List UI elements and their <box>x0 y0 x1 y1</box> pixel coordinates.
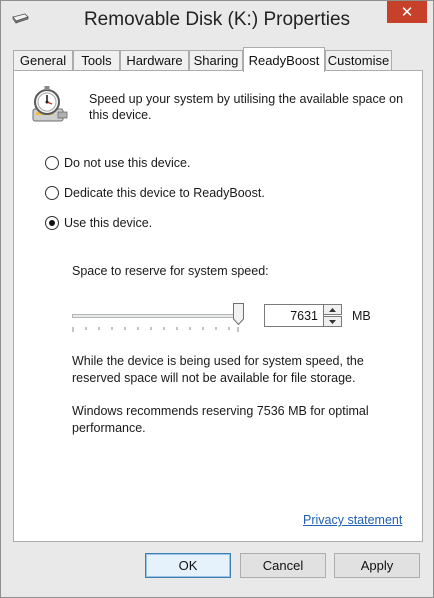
spin-up-button[interactable] <box>323 304 342 315</box>
reserve-space-label: Space to reserve for system speed: <box>72 264 269 278</box>
option-label: Do not use this device. <box>64 156 191 170</box>
spin-down-button[interactable] <box>323 316 342 327</box>
properties-dialog: Removable Disk (K:) Properties ✕ General… <box>0 0 434 598</box>
slider-track[interactable] <box>72 314 242 318</box>
close-button[interactable]: ✕ <box>387 1 427 23</box>
option-dedicate[interactable]: Dedicate this device to ReadyBoost. <box>45 184 265 202</box>
option-label: Use this device. <box>64 216 153 230</box>
option-use-device[interactable]: Use this device. <box>45 214 152 232</box>
info-text: While the device is being used for syste… <box>72 354 364 385</box>
arrow-down-icon <box>329 319 336 324</box>
option-label: Dedicate this device to ReadyBoost. <box>64 186 265 200</box>
tab-readyboost[interactable]: ReadyBoost <box>243 47 325 72</box>
tab-sharing[interactable]: Sharing <box>189 50 243 70</box>
cancel-button[interactable]: Cancel <box>240 553 326 578</box>
readyboost-stopwatch-icon <box>32 86 68 122</box>
window-title: Removable Disk (K:) Properties <box>83 9 351 30</box>
intro-text: Speed up your system by utilising the av… <box>89 92 404 122</box>
radio-use-device[interactable] <box>45 216 59 230</box>
slider-ticks <box>72 327 239 332</box>
tab-customise[interactable]: Customise <box>325 50 392 70</box>
tab-hardware[interactable]: Hardware <box>120 50 189 70</box>
arrow-up-icon <box>329 307 336 312</box>
readyboost-panel: Speed up your system by utilising the av… <box>13 70 423 542</box>
tab-tools[interactable]: Tools <box>73 50 120 70</box>
slider-thumb[interactable] <box>233 303 244 325</box>
reserve-space-input[interactable] <box>264 304 324 327</box>
recommendation-text: Windows recommends reserving 7536 MB for… <box>72 404 369 435</box>
unit-label: MB <box>352 309 371 323</box>
reserve-space-slider[interactable] <box>72 303 246 333</box>
close-icon: ✕ <box>400 4 414 21</box>
title-bar[interactable]: Removable Disk (K:) Properties ✕ <box>1 1 433 39</box>
privacy-statement-link[interactable]: Privacy statement <box>303 513 402 527</box>
tab-general[interactable]: General <box>13 50 73 70</box>
option-do-not-use[interactable]: Do not use this device. <box>45 154 190 172</box>
ok-button[interactable]: OK <box>145 553 231 578</box>
radio-do-not-use[interactable] <box>45 156 59 170</box>
apply-button[interactable]: Apply <box>334 553 420 578</box>
radio-dedicate[interactable] <box>45 186 59 200</box>
reserve-space-spinbox[interactable] <box>264 304 344 327</box>
